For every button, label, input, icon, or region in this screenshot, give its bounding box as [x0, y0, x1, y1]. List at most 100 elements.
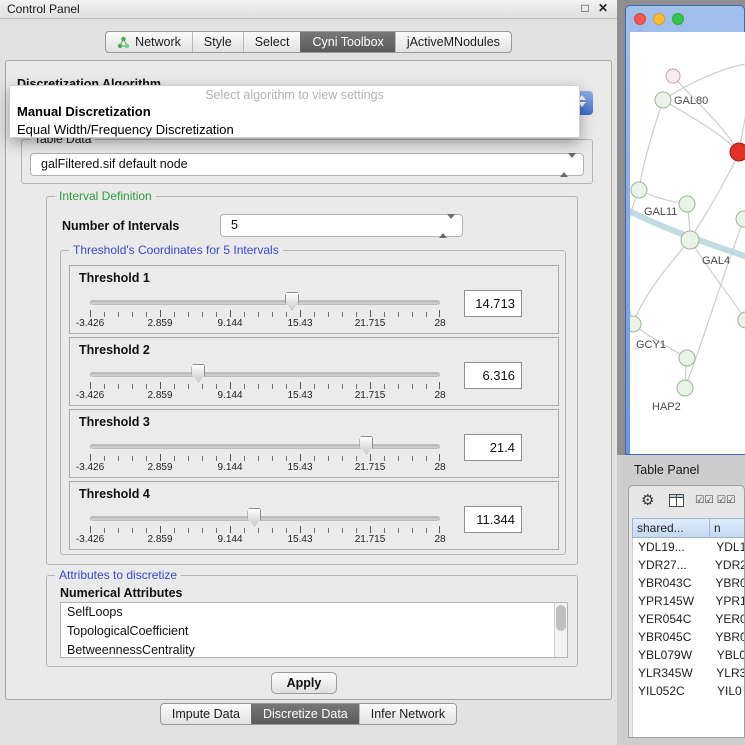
node-label: GAL11: [644, 206, 677, 218]
popup-option-manual-discretization[interactable]: Manual Discretization: [10, 103, 579, 121]
cell-name: YDR2: [709, 556, 745, 574]
apply-button[interactable]: Apply: [271, 672, 337, 694]
cell-name: YPR1: [709, 592, 745, 610]
gear-icon[interactable]: ⚙: [641, 491, 654, 509]
slider-thumb[interactable]: [359, 436, 373, 454]
list-item[interactable]: TopologicalCoefficient: [61, 622, 567, 641]
scrollbar-thumb[interactable]: [556, 605, 566, 631]
tick-label: 21.715: [355, 318, 386, 329]
tab-label: Network: [135, 35, 181, 49]
table-data-value: galFiltered.sif default node: [41, 154, 188, 175]
cell-name: YIL0: [711, 682, 742, 700]
network-node[interactable]: [738, 312, 745, 328]
numerical-attributes-label: Numerical Attributes: [60, 586, 182, 600]
slider-track[interactable]: [90, 300, 440, 305]
threshold-value-field[interactable]: 6.316: [464, 362, 522, 389]
threshold-panel: Threshold 4-3.4262.8599.14415.4321.71528…: [69, 481, 559, 550]
tab-discretize-data[interactable]: Discretize Data: [251, 704, 359, 724]
slider-track[interactable]: [90, 444, 440, 449]
node-label: HAP2: [652, 401, 681, 413]
zoom-traffic-light-icon[interactable]: [672, 13, 684, 25]
column-header[interactable]: n: [710, 518, 745, 538]
bottom-tabs-row: Impute DataDiscretize DataInfer Network: [0, 703, 617, 725]
network-node[interactable]: [679, 350, 695, 366]
network-node[interactable]: [630, 316, 641, 332]
tab-cyni-toolbox[interactable]: Cyni Toolbox: [300, 32, 394, 52]
network-node[interactable]: [677, 380, 693, 396]
tab-jactivemnodules[interactable]: jActiveMNodules: [395, 32, 511, 52]
tick-label: 9.144: [217, 534, 242, 545]
tick-label: 2.859: [147, 318, 172, 329]
close-icon[interactable]: ✕: [595, 1, 611, 15]
column-header[interactable]: shared...: [632, 518, 710, 538]
slider-major-ticks: [90, 310, 440, 317]
up-down-arrows-icon: [560, 158, 576, 172]
tab-select[interactable]: Select: [243, 32, 301, 52]
tab-network[interactable]: Network: [106, 32, 192, 52]
list-item[interactable]: BetweennessCentrality: [61, 641, 567, 658]
threshold-value-field[interactable]: 11.344: [464, 506, 522, 533]
top-tabs: Network Style Select Cyni ToolboxjActiveMNo…: [105, 31, 512, 53]
tick-label: 15.43: [287, 390, 312, 401]
tab-style[interactable]: Style: [192, 32, 243, 52]
tick-label: 28: [434, 462, 445, 473]
table-row[interactable]: YBL079WYBL0: [633, 646, 745, 664]
table-row[interactable]: YBR043CYBR0: [633, 574, 745, 592]
slider-track[interactable]: [90, 516, 440, 521]
columns-icon[interactable]: [669, 494, 684, 512]
tick-labels: -3.4262.8599.14415.4321.71528: [90, 390, 440, 402]
cell-name: YBR0: [709, 628, 745, 646]
algorithm-popup-options: Manual DiscretizationEqual Width/Frequen…: [10, 103, 579, 139]
thresholds-group: Threshold's Coordinates for 5 Intervals …: [60, 250, 566, 555]
slider-thumb[interactable]: [191, 364, 205, 382]
network-node[interactable]: [730, 143, 745, 161]
interval-definition-group: Interval Definition Number of Intervals …: [46, 196, 578, 565]
threshold-value-field[interactable]: 21.4: [464, 434, 522, 461]
table-row[interactable]: YER054CYER0: [633, 610, 745, 628]
table-data-dropdown[interactable]: galFiltered.sif default node: [30, 153, 584, 176]
table-row[interactable]: YPR145WYPR1: [633, 592, 745, 610]
table-row[interactable]: YDR27...YDR2: [633, 556, 745, 574]
tick-label: 28: [434, 390, 445, 401]
threshold-value-field[interactable]: 14.713: [464, 290, 522, 317]
table-row[interactable]: YLR345WYLR3: [633, 664, 745, 682]
tick-label: -3.426: [76, 534, 104, 545]
network-node[interactable]: [655, 92, 671, 108]
number-of-intervals-value: 5: [231, 215, 238, 236]
network-canvas[interactable]: GAL80GAL11GAL4GCY1HAP2: [630, 32, 745, 454]
slider-thumb[interactable]: [285, 292, 299, 310]
table-row[interactable]: YIL052CYIL0: [633, 682, 745, 700]
cell-shared-name: YIL052C: [633, 682, 711, 700]
float-window-icon[interactable]: □: [577, 1, 593, 15]
network-node[interactable]: [679, 196, 695, 212]
table-row[interactable]: YBR045CYBR0: [633, 628, 745, 646]
number-of-intervals-dropdown[interactable]: 5: [220, 214, 463, 237]
tab-impute-data[interactable]: Impute Data: [161, 704, 251, 724]
tab-infer-network[interactable]: Infer Network: [359, 704, 456, 724]
network-node[interactable]: [631, 182, 647, 198]
node-label: GAL4: [702, 255, 730, 267]
tick-label: 2.859: [147, 534, 172, 545]
up-down-arrows-icon: [439, 219, 455, 233]
popup-option-equal-width-frequency-discretization[interactable]: Equal Width/Frequency Discretization: [10, 121, 579, 139]
slider-track[interactable]: [90, 372, 440, 377]
interval-definition-legend: Interval Definition: [55, 189, 156, 203]
cell-shared-name: YPR145W: [633, 592, 709, 610]
close-traffic-light-icon[interactable]: [634, 13, 646, 25]
slider-thumb[interactable]: [247, 508, 261, 526]
scrollbar[interactable]: [554, 603, 567, 657]
threshold-panel: Threshold 3-3.4262.8599.14415.4321.71528…: [69, 409, 559, 478]
network-node[interactable]: [666, 69, 680, 83]
list-item[interactable]: SelfLoops: [61, 603, 567, 622]
table-row[interactable]: YDL19...YDL1: [633, 538, 745, 556]
minimize-traffic-light-icon[interactable]: [653, 13, 665, 25]
cell-name: YLR3: [710, 664, 745, 682]
threshold-label: Threshold 2: [79, 343, 150, 357]
tab-label: Select: [255, 35, 290, 49]
network-node[interactable]: [681, 231, 699, 249]
attributes-list[interactable]: SelfLoopsTopologicalCoefficientBetweenne…: [60, 602, 568, 658]
cell-shared-name: YER054C: [633, 610, 709, 628]
select-columns-icons[interactable]: ☑☑ ☑☑: [695, 494, 736, 506]
table-data-group: Table Data galFiltered.sif default node: [21, 139, 593, 184]
network-node[interactable]: [736, 211, 745, 227]
